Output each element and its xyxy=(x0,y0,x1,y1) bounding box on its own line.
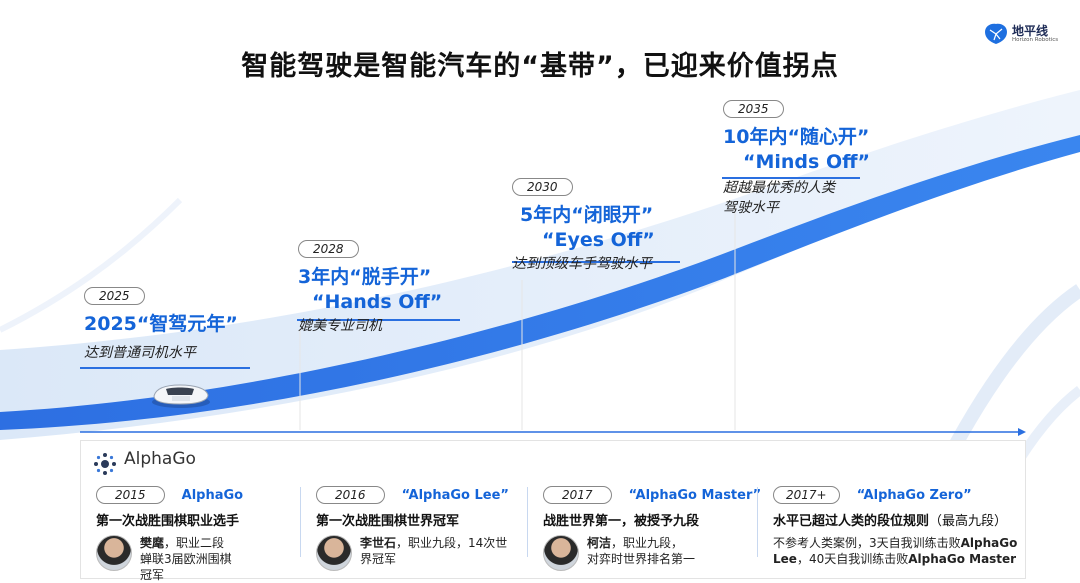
milestone-title: 10年内“随心开” xyxy=(723,126,870,148)
person-line1: ，职业九段， xyxy=(611,536,684,550)
version-desc: 水平已超过人类的段位规则（最高九段） xyxy=(773,510,1017,529)
person-line1: ，职业二段 xyxy=(164,536,225,550)
milestone-subtitle-2: 驾驶水平 xyxy=(723,200,779,216)
milestone-title: 3年内“脱手开” xyxy=(298,266,432,288)
milestone-2028: 2028 3年内“脱手开” “Hands Off” 媲美专业司机 xyxy=(298,238,442,335)
milestone-title-en: “Hands Off” xyxy=(312,291,443,313)
person: 柯洁，职业九段， 对弈时世界排名第一 xyxy=(543,535,761,575)
avatar xyxy=(543,535,579,571)
year-pill: 2017 xyxy=(543,486,612,504)
alphago-col-2017plus: 2017+ “AlphaGo Zero” 水平已超过人类的段位规则（最高九段） … xyxy=(773,484,1017,567)
milestone-title-en: “Minds Off” xyxy=(743,151,870,173)
milestone-2035: 2035 10年内“随心开” “Minds Off” 超越最优秀的人类 驾驶水平 xyxy=(723,98,870,217)
zero-line1b: AlphaGo xyxy=(960,536,1018,550)
milestone-title: 2025“智驾元年” xyxy=(84,313,238,335)
person-text: 柯洁，职业九段， 对弈时世界排名第一 xyxy=(587,535,695,567)
version-name: AlphaGo xyxy=(181,488,244,503)
alphago-col-2017: 2017 “AlphaGo Master” 战胜世界第一，被授予九段 柯洁，职业… xyxy=(543,484,761,575)
logo-en-text: Horizon Robotics xyxy=(1012,37,1059,43)
milestone-title: 5年内“闭眼开” xyxy=(520,204,654,226)
person-text: 李世石，职业九段，14次世 界冠军 xyxy=(360,535,507,567)
milestone-title-en: “Eyes Off” xyxy=(542,229,655,251)
alphago-logo-icon xyxy=(94,453,116,475)
version-name: “AlphaGo Lee” xyxy=(401,488,509,503)
avatar xyxy=(316,535,352,571)
milestone-subtitle: 超越最优秀的人类 xyxy=(723,180,835,196)
version-name: “AlphaGo Zero” xyxy=(856,488,972,503)
person-line2: 蝉联3届欧洲围棋冠军 xyxy=(140,552,232,582)
person-line1: ，职业九段，14次世 xyxy=(396,536,508,550)
person: 李世石，职业九段，14次世 界冠军 xyxy=(316,535,509,575)
zero-line2c: AlphaGo Master xyxy=(908,552,1017,566)
version-name: “AlphaGo Master” xyxy=(628,488,762,503)
zero-detail: 不参考人类案例，3天自我训练击败AlphaGo Lee，40天自我训练击败Alp… xyxy=(773,535,1017,567)
person-name: 李世石 xyxy=(360,536,397,550)
alphago-col-2016: 2016 “AlphaGo Lee” 第一次战胜围棋世界冠军 李世石，职业九段，… xyxy=(316,484,509,575)
year-pill: 2025 xyxy=(84,287,145,305)
milestone-2030: 2030 5年内“闭眼开” “Eyes Off” 达到顶级车手驾驶水平 xyxy=(512,176,655,273)
column-divider xyxy=(527,487,528,557)
page-title: 智能驾驶是智能汽车的“基带”，已迎来价值拐点 xyxy=(241,51,839,82)
person-name: 樊麾 xyxy=(140,536,165,550)
zero-line2a: Lee xyxy=(773,552,797,566)
zero-line1a: 不参考人类案例，3天自我训练击败 xyxy=(773,536,961,550)
year-pill: 2016 xyxy=(316,486,385,504)
milestone-subtitle: 达到顶级车手驾驶水平 xyxy=(512,256,652,272)
person-text: 樊麾，职业二段 蝉联3届欧洲围棋冠军 xyxy=(140,535,243,583)
alphago-label: AlphaGo xyxy=(124,449,196,469)
avatar xyxy=(96,535,132,571)
year-pill: 2015 xyxy=(96,486,165,504)
person-line2: 界冠军 xyxy=(360,552,397,566)
version-desc-main: 水平已超过人类的段位规则 xyxy=(773,514,930,529)
milestone-subtitle: 达到普通司机水平 xyxy=(84,345,196,361)
milestone-2025: 2025 2025“智驾元年” 达到普通司机水平 xyxy=(84,285,238,362)
column-divider xyxy=(300,487,301,557)
year-pill: 2017+ xyxy=(773,486,840,504)
person-name: 柯洁 xyxy=(587,536,612,550)
alphago-col-2015: 2015 AlphaGo 第一次战胜围棋职业选手 樊麾，职业二段 蝉联3届欧洲围… xyxy=(96,484,244,582)
horizon-logo: 地平线 Horizon Robotics xyxy=(982,22,1062,48)
version-desc: 第一次战胜围棋职业选手 xyxy=(96,514,240,529)
year-pill: 2035 xyxy=(723,100,784,118)
zero-line2b: ，40天自我训练击败 xyxy=(796,552,909,566)
column-divider xyxy=(757,487,758,557)
version-desc-suffix: （最高九段） xyxy=(929,514,1008,529)
person: 樊麾，职业二段 蝉联3届欧洲围棋冠军 xyxy=(96,535,243,582)
person-line2: 对弈时世界排名第一 xyxy=(587,552,696,566)
version-desc: 第一次战胜围棋世界冠军 xyxy=(316,514,460,529)
milestone-subtitle: 媲美专业司机 xyxy=(298,318,382,334)
year-pill: 2030 xyxy=(512,178,573,196)
year-pill: 2028 xyxy=(298,240,359,258)
car-icon xyxy=(152,384,210,408)
version-desc: 战胜世界第一，被授予九段 xyxy=(543,514,700,529)
brain-logo-icon xyxy=(985,23,1007,44)
